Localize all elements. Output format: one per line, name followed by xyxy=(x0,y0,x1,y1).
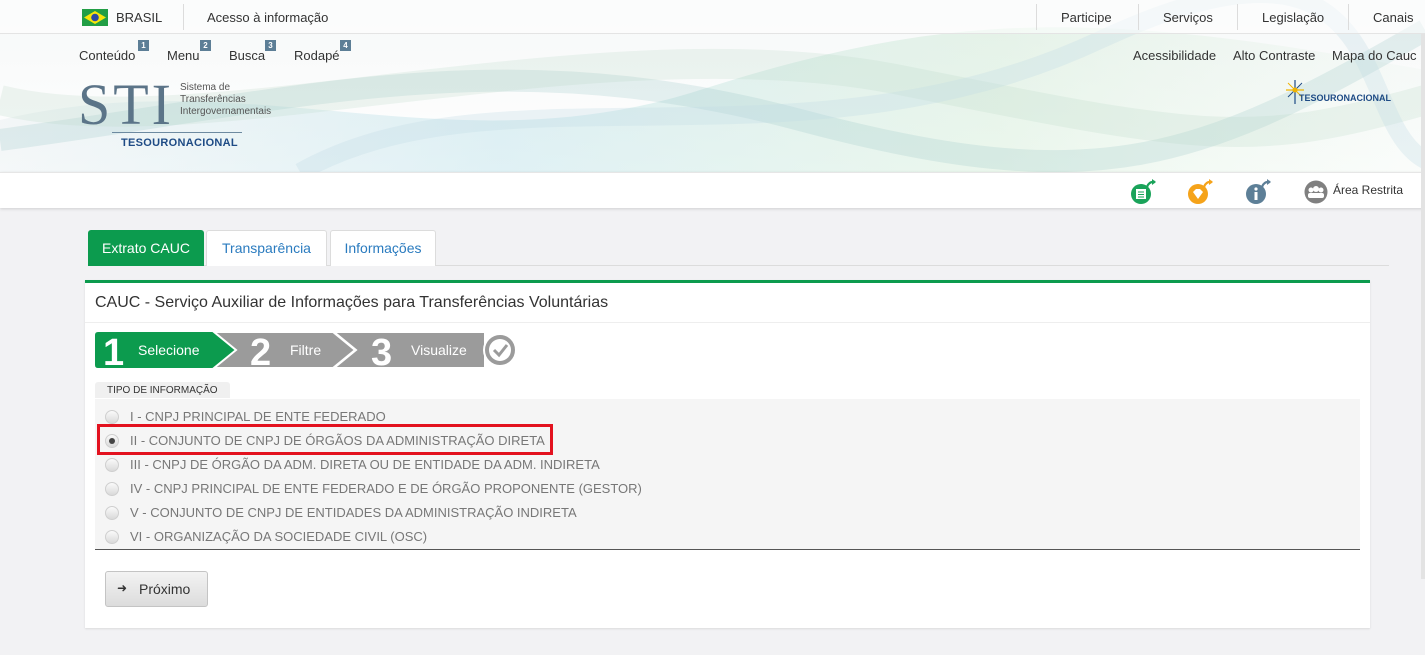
selection-highlight-box xyxy=(97,424,553,455)
step-2-filtre: 2 Filtre xyxy=(212,332,357,368)
participe-link[interactable]: Participe xyxy=(1061,10,1112,25)
tesouro-nacional-wordmark: TESOURONACIONAL xyxy=(1299,93,1391,103)
proximo-button-label: Próximo xyxy=(139,581,191,597)
canais-link[interactable]: Canais xyxy=(1373,10,1413,25)
tesouro-nacional-logo[interactable]: TESOURONACIONAL xyxy=(1284,78,1391,111)
divider xyxy=(1036,4,1037,30)
radio-button[interactable] xyxy=(105,530,119,544)
tesouro-nacional-wordmark: TESOURONACIONAL xyxy=(121,137,238,149)
radio-label: III - CNPJ DE ÓRGÃO DA ADM. DIRETA OU DE… xyxy=(130,457,600,472)
shortcut-number-badge: 1 xyxy=(138,40,149,51)
radio-button[interactable] xyxy=(105,410,119,424)
panel-title: CAUC - Serviço Auxiliar de Informações p… xyxy=(95,294,609,311)
arrow-right-icon: ➜ xyxy=(117,581,128,595)
info-icon[interactable] xyxy=(1245,179,1271,205)
sti-subtitle-line: Intergovernamentais xyxy=(180,106,272,117)
step-label: Filtre xyxy=(290,342,321,358)
radio-label: IV - CNPJ PRINCIPAL DE ENTE FEDERADO E D… xyxy=(130,481,642,496)
radio-button[interactable] xyxy=(105,458,119,472)
acessibilidade-link[interactable]: Acessibilidade xyxy=(1133,48,1216,63)
mapa-do-cauc-link[interactable]: Mapa do Cauc xyxy=(1332,48,1417,63)
step-number: 1 xyxy=(103,332,124,368)
document-icon[interactable] xyxy=(1130,179,1156,205)
diamond-icon[interactable] xyxy=(1187,179,1213,205)
step-1-selecione: 1 Selecione xyxy=(95,332,235,368)
divider xyxy=(1237,4,1238,30)
shortcut-conteudo[interactable]: Conteúdo xyxy=(79,48,135,63)
divider xyxy=(85,322,1370,323)
legislacao-link[interactable]: Legislação xyxy=(1262,10,1324,25)
proximo-button[interactable]: ➜ Próximo xyxy=(105,571,208,607)
access-info-link[interactable]: Acesso à informação xyxy=(207,10,328,25)
radio-label: I - CNPJ PRINCIPAL DE ENTE FEDERADO xyxy=(130,409,386,424)
brasil-link[interactable]: BRASIL xyxy=(116,10,162,25)
shortcut-rodape[interactable]: Rodapé xyxy=(294,48,340,63)
shortcut-number-badge: 4 xyxy=(340,40,351,51)
divider xyxy=(1348,4,1349,30)
sti-subtitle: Sistema de Transferências Intergovername… xyxy=(180,82,290,118)
toolbar: Área Restrita xyxy=(0,172,1425,208)
main-tabs: Extrato CAUC Transparência Informações xyxy=(88,230,1389,266)
tab-transparencia[interactable]: Transparência xyxy=(206,230,327,266)
alto-contraste-link[interactable]: Alto Contraste xyxy=(1233,48,1315,63)
tipo-informacao-radio-group: I - CNPJ PRINCIPAL DE ENTE FEDERADO II -… xyxy=(95,399,1360,550)
wizard-steps: 1 Selecione 2 Filtre 3 Visualize xyxy=(95,332,517,368)
radio-button[interactable] xyxy=(105,482,119,496)
divider xyxy=(1138,4,1139,30)
area-restrita-link[interactable]: Área Restrita xyxy=(1333,183,1403,197)
sti-subtitle-line: Transferências xyxy=(180,94,246,105)
step-number: 3 xyxy=(371,332,392,368)
radio-label: VI - ORGANIZAÇÃO DA SOCIEDADE CIVIL (OSC… xyxy=(130,529,428,544)
scrollbar[interactable] xyxy=(1421,34,1425,579)
shortcut-number-badge: 3 xyxy=(265,40,276,51)
users-icon[interactable] xyxy=(1303,179,1329,205)
logo-divider xyxy=(112,132,242,133)
step-number: 2 xyxy=(250,332,271,368)
site-header: BRASIL Acesso à informação Participe Ser… xyxy=(0,0,1425,172)
tipo-informacao-label: TIPO DE INFORMAÇÃO xyxy=(95,382,230,398)
shortcut-busca[interactable]: Busca xyxy=(229,48,265,63)
brazil-flag-icon xyxy=(82,9,108,26)
shortcut-menu[interactable]: Menu xyxy=(167,48,200,63)
divider xyxy=(183,4,184,30)
sti-acronym: STI xyxy=(78,72,174,137)
sti-subtitle-line: Sistema de xyxy=(180,82,231,93)
servicos-link[interactable]: Serviços xyxy=(1163,10,1213,25)
tab-informacoes[interactable]: Informações xyxy=(330,230,436,266)
radio-button[interactable] xyxy=(105,506,119,520)
gov-bar: BRASIL Acesso à informação Participe Ser… xyxy=(0,0,1425,34)
step-3-visualize: 3 Visualize xyxy=(332,332,517,368)
step-label: Visualize xyxy=(411,342,467,358)
shortcut-number-badge: 2 xyxy=(200,40,211,51)
tab-extrato-cauc[interactable]: Extrato CAUC xyxy=(88,230,204,266)
radio-label: V - CONJUNTO DE CNPJ DE ENTIDADES DA ADM… xyxy=(130,505,577,520)
step-label: Selecione xyxy=(138,342,200,358)
